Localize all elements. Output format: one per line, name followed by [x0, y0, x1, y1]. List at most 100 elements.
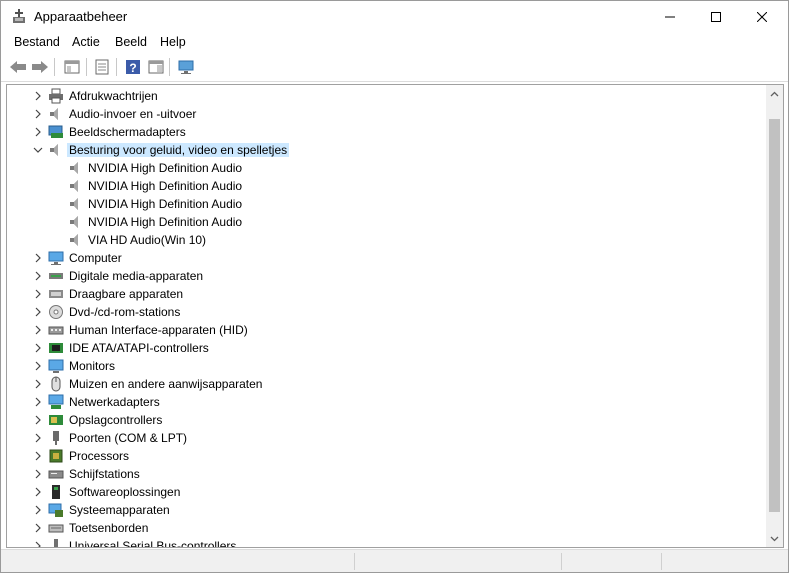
action-pane-button[interactable]	[146, 57, 166, 77]
tree-category[interactable]: Besturing voor geluid, video en spelletj…	[7, 141, 765, 159]
keyboard-icon	[48, 520, 64, 536]
tree-category[interactable]: Processors	[7, 447, 765, 465]
chevron-right-icon[interactable]	[32, 540, 44, 547]
chevron-right-icon[interactable]	[32, 342, 44, 354]
chevron-right-icon[interactable]	[32, 432, 44, 444]
tree-category[interactable]: Computer	[7, 249, 765, 267]
scroll-up-button[interactable]	[766, 85, 783, 102]
action-pane-icon	[148, 60, 164, 74]
chevron-right-icon[interactable]	[32, 252, 44, 264]
chevron-right-icon[interactable]	[32, 450, 44, 462]
status-divider	[561, 553, 562, 570]
chevron-right-icon[interactable]	[32, 396, 44, 408]
back-button[interactable]	[8, 57, 28, 77]
chevron-down-icon[interactable]	[32, 144, 44, 156]
chevron-right-icon[interactable]	[32, 126, 44, 138]
tree-item-label: Poorten (COM & LPT)	[69, 431, 188, 445]
disk-drive-icon	[48, 466, 64, 482]
vertical-scrollbar[interactable]	[766, 85, 783, 547]
tree-device[interactable]: VIA HD Audio(Win 10)	[7, 231, 765, 249]
speaker-icon	[68, 160, 84, 176]
tree-category[interactable]: Schijfstations	[7, 465, 765, 483]
tree-category[interactable]: Afdrukwachtrijen	[7, 87, 765, 105]
device-tree: Afdrukwachtrijen Audio-invoer en -uitvoer…	[7, 85, 765, 547]
chevron-right-icon[interactable]	[32, 522, 44, 534]
close-button[interactable]	[739, 1, 785, 32]
chevron-right-icon[interactable]	[32, 306, 44, 318]
maximize-button[interactable]	[693, 1, 739, 32]
tree-category[interactable]: Draagbare apparaten	[7, 285, 765, 303]
tree-category[interactable]: Human Interface-apparaten (HID)	[7, 321, 765, 339]
minimize-icon	[665, 16, 675, 17]
device-manager-icon	[11, 8, 27, 24]
usb-icon	[48, 538, 64, 547]
minimize-button[interactable]	[647, 1, 693, 32]
tree-category[interactable]: Systeemapparaten	[7, 501, 765, 519]
tree-item-label: Computer	[69, 251, 122, 265]
tree-category[interactable]: Muizen en andere aanwijsapparaten	[7, 375, 765, 393]
tree-category[interactable]: Monitors	[7, 357, 765, 375]
device-tree-pane: Afdrukwachtrijen Audio-invoer en -uitvoer…	[6, 84, 784, 548]
status-bar	[1, 549, 788, 572]
tree-item-label: NVIDIA High Definition Audio	[88, 215, 243, 229]
tree-item-label: NVIDIA High Definition Audio	[88, 179, 243, 193]
tree-category[interactable]: Opslagcontrollers	[7, 411, 765, 429]
scan-hardware-button[interactable]	[177, 57, 197, 77]
help-button[interactable]: ?	[123, 57, 143, 77]
display-adapter-icon	[48, 124, 64, 140]
window-title: Apparaatbeheer	[34, 9, 128, 24]
monitor-icon	[48, 358, 64, 374]
chevron-right-icon[interactable]	[32, 468, 44, 480]
printer-icon	[48, 88, 64, 104]
menu-beeld[interactable]: Beeld	[115, 35, 147, 49]
speaker-icon	[68, 178, 84, 194]
tree-category[interactable]: Audio-invoer en -uitvoer	[7, 105, 765, 123]
tree-device[interactable]: NVIDIA High Definition Audio	[7, 195, 765, 213]
chevron-right-icon[interactable]	[32, 414, 44, 426]
tree-category[interactable]: Netwerkadapters	[7, 393, 765, 411]
tree-item-label: Netwerkadapters	[69, 395, 160, 409]
status-divider	[661, 553, 662, 570]
scroll-down-button[interactable]	[766, 530, 783, 547]
tree-device[interactable]: NVIDIA High Definition Audio	[7, 177, 765, 195]
menu-help[interactable]: Help	[160, 35, 186, 49]
tree-item-label: Toetsenborden	[69, 521, 149, 535]
speaker-icon	[48, 106, 64, 122]
chevron-right-icon[interactable]	[32, 486, 44, 498]
chevron-right-icon[interactable]	[32, 270, 44, 282]
menu-bestand[interactable]: Bestand	[14, 35, 60, 49]
chevron-right-icon[interactable]	[32, 504, 44, 516]
tree-device[interactable]: NVIDIA High Definition Audio	[7, 159, 765, 177]
chevron-right-icon[interactable]	[32, 378, 44, 390]
tree-item-label: Systeemapparaten	[69, 503, 170, 517]
tree-category[interactable]: Toetsenborden	[7, 519, 765, 537]
help-icon: ?	[126, 60, 140, 75]
menu-actie[interactable]: Actie	[72, 35, 100, 49]
chevron-right-icon[interactable]	[32, 324, 44, 336]
processor-icon	[48, 448, 64, 464]
tree-category[interactable]: Poorten (COM & LPT)	[7, 429, 765, 447]
forward-button[interactable]	[30, 57, 50, 77]
tree-device[interactable]: NVIDIA High Definition Audio	[7, 213, 765, 231]
title-bar[interactable]: Apparaatbeheer	[1, 1, 788, 32]
close-icon	[757, 11, 767, 22]
tree-category[interactable]: Digitale media-apparaten	[7, 267, 765, 285]
tree-item-label: VIA HD Audio(Win 10)	[88, 233, 207, 247]
tree-item-label: Processors	[69, 449, 130, 463]
device-manager-window: Apparaatbeheer Bestand Actie Beeld Help	[0, 0, 789, 573]
tree-category[interactable]: Universal Serial Bus-controllers	[7, 537, 765, 547]
chevron-right-icon[interactable]	[32, 90, 44, 102]
chevron-right-icon[interactable]	[32, 288, 44, 300]
tree-category[interactable]: IDE ATA/ATAPI-controllers	[7, 339, 765, 357]
show-hide-tree-button[interactable]	[62, 57, 82, 77]
tree-item-label: IDE ATA/ATAPI-controllers	[69, 341, 209, 355]
tree-category[interactable]: Dvd-/cd-rom-stations	[7, 303, 765, 321]
tree-category[interactable]: Softwareoplossingen	[7, 483, 765, 501]
show-hide-tree-icon	[64, 60, 80, 74]
chevron-right-icon[interactable]	[32, 108, 44, 120]
tree-category[interactable]: Beeldschermadapters	[7, 123, 765, 141]
properties-button[interactable]	[92, 57, 112, 77]
chevron-right-icon[interactable]	[32, 360, 44, 372]
media-device-icon	[48, 268, 64, 284]
scrollbar-thumb[interactable]	[769, 119, 780, 512]
